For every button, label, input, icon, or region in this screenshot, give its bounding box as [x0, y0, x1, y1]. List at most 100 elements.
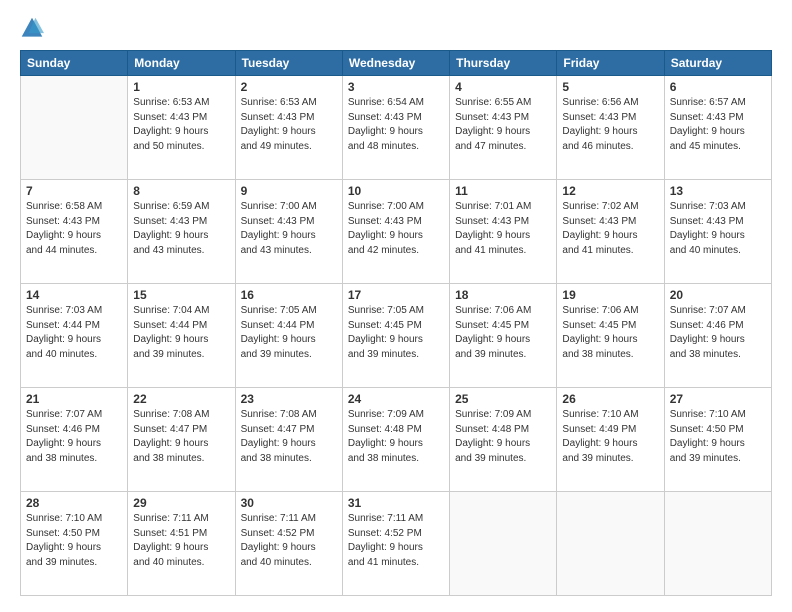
day-number: 11: [455, 184, 551, 198]
day-info: Sunrise: 6:57 AM Sunset: 4:43 PM Dayligh…: [670, 96, 766, 154]
day-info: Sunrise: 6:53 AM Sunset: 4:43 PM Dayligh…: [241, 96, 337, 154]
calendar-cell: 9 Sunrise: 7:00 AM Sunset: 4:43 PM Daylig…: [235, 180, 342, 284]
day-info: Sunrise: 7:10 AM Sunset: 4:50 PM Dayligh…: [26, 512, 122, 570]
logo-icon: [20, 16, 44, 40]
week-row-4: 28 Sunrise: 7:10 AM Sunset: 4:50 PM Dayli…: [21, 492, 772, 596]
calendar-cell: 10Sunrise: 7:00 AM Sunset: 4:43 PM Dayli…: [342, 180, 449, 284]
day-info: Sunrise: 7:11 AM Sunset: 4:51 PM Dayligh…: [133, 512, 229, 570]
calendar-cell: 13 Sunrise: 7:03 AM Sunset: 4:43 PM Dayli…: [664, 180, 771, 284]
day-info: Sunrise: 7:00 AM Sunset: 4:43 PM Dayligh…: [241, 200, 337, 258]
day-number: 26: [562, 392, 658, 406]
calendar-cell: 4Sunrise: 6:55 AM Sunset: 4:43 PM Daylig…: [450, 76, 557, 180]
day-info: Sunrise: 7:03 AM Sunset: 4:44 PM Dayligh…: [26, 304, 122, 362]
week-row-3: 21 Sunrise: 7:07 AM Sunset: 4:46 PM Dayli…: [21, 388, 772, 492]
day-number: 5: [562, 80, 658, 94]
calendar-cell: 26 Sunrise: 7:10 AM Sunset: 4:49 PM Dayli…: [557, 388, 664, 492]
day-info: Sunrise: 7:07 AM Sunset: 4:46 PM Dayligh…: [670, 304, 766, 362]
page: SundayMondayTuesdayWednesdayThursdayFrid…: [0, 0, 792, 612]
weekday-header-wednesday: Wednesday: [342, 51, 449, 76]
calendar-cell: [21, 76, 128, 180]
day-number: 20: [670, 288, 766, 302]
day-number: 2: [241, 80, 337, 94]
day-number: 21: [26, 392, 122, 406]
day-info: Sunrise: 7:05 AM Sunset: 4:45 PM Dayligh…: [348, 304, 444, 362]
calendar-cell: 25 Sunrise: 7:09 AM Sunset: 4:48 PM Dayli…: [450, 388, 557, 492]
day-number: 16: [241, 288, 337, 302]
calendar-cell: 24 Sunrise: 7:09 AM Sunset: 4:48 PM Dayli…: [342, 388, 449, 492]
week-row-2: 14 Sunrise: 7:03 AM Sunset: 4:44 PM Dayli…: [21, 284, 772, 388]
day-info: Sunrise: 6:53 AM Sunset: 4:43 PM Dayligh…: [133, 96, 229, 154]
calendar-cell: 7 Sunrise: 6:58 AM Sunset: 4:43 PM Daylig…: [21, 180, 128, 284]
day-number: 10: [348, 184, 444, 198]
day-info: Sunrise: 7:06 AM Sunset: 4:45 PM Dayligh…: [562, 304, 658, 362]
calendar-cell: 2 Sunrise: 6:53 AM Sunset: 4:43 PM Daylig…: [235, 76, 342, 180]
day-number: 9: [241, 184, 337, 198]
day-info: Sunrise: 6:58 AM Sunset: 4:43 PM Dayligh…: [26, 200, 122, 258]
day-info: Sunrise: 7:09 AM Sunset: 4:48 PM Dayligh…: [348, 408, 444, 466]
day-number: 31: [348, 496, 444, 510]
day-info: Sunrise: 6:59 AM Sunset: 4:43 PM Dayligh…: [133, 200, 229, 258]
day-number: 27: [670, 392, 766, 406]
calendar-cell: 21 Sunrise: 7:07 AM Sunset: 4:46 PM Dayli…: [21, 388, 128, 492]
calendar-table: SundayMondayTuesdayWednesdayThursdayFrid…: [20, 50, 772, 596]
day-info: Sunrise: 7:04 AM Sunset: 4:44 PM Dayligh…: [133, 304, 229, 362]
day-info: Sunrise: 7:01 AM Sunset: 4:43 PM Dayligh…: [455, 200, 551, 258]
day-info: Sunrise: 7:03 AM Sunset: 4:43 PM Dayligh…: [670, 200, 766, 258]
calendar-cell: [450, 492, 557, 596]
day-number: 13: [670, 184, 766, 198]
calendar-cell: [664, 492, 771, 596]
calendar-cell: 23 Sunrise: 7:08 AM Sunset: 4:47 PM Dayli…: [235, 388, 342, 492]
weekday-header-tuesday: Tuesday: [235, 51, 342, 76]
calendar-cell: 6 Sunrise: 6:57 AM Sunset: 4:43 PM Daylig…: [664, 76, 771, 180]
weekday-header-saturday: Saturday: [664, 51, 771, 76]
header: [20, 16, 772, 40]
day-number: 6: [670, 80, 766, 94]
day-number: 7: [26, 184, 122, 198]
calendar-cell: 19 Sunrise: 7:06 AM Sunset: 4:45 PM Dayli…: [557, 284, 664, 388]
day-info: Sunrise: 7:06 AM Sunset: 4:45 PM Dayligh…: [455, 304, 551, 362]
day-number: 12: [562, 184, 658, 198]
calendar-cell: 28 Sunrise: 7:10 AM Sunset: 4:50 PM Dayli…: [21, 492, 128, 596]
day-info: Sunrise: 7:10 AM Sunset: 4:50 PM Dayligh…: [670, 408, 766, 466]
calendar-cell: 8 Sunrise: 6:59 AM Sunset: 4:43 PM Daylig…: [128, 180, 235, 284]
day-number: 15: [133, 288, 229, 302]
day-number: 29: [133, 496, 229, 510]
calendar-cell: 11 Sunrise: 7:01 AM Sunset: 4:43 PM Dayli…: [450, 180, 557, 284]
day-number: 19: [562, 288, 658, 302]
day-number: 18: [455, 288, 551, 302]
day-info: Sunrise: 7:05 AM Sunset: 4:44 PM Dayligh…: [241, 304, 337, 362]
day-number: 17: [348, 288, 444, 302]
day-number: 8: [133, 184, 229, 198]
day-number: 28: [26, 496, 122, 510]
day-number: 30: [241, 496, 337, 510]
calendar-cell: 30 Sunrise: 7:11 AM Sunset: 4:52 PM Dayli…: [235, 492, 342, 596]
calendar-cell: 31Sunrise: 7:11 AM Sunset: 4:52 PM Dayli…: [342, 492, 449, 596]
day-info: Sunrise: 7:08 AM Sunset: 4:47 PM Dayligh…: [241, 408, 337, 466]
calendar-cell: 29 Sunrise: 7:11 AM Sunset: 4:51 PM Dayli…: [128, 492, 235, 596]
weekday-header-row: SundayMondayTuesdayWednesdayThursdayFrid…: [21, 51, 772, 76]
calendar-cell: 27 Sunrise: 7:10 AM Sunset: 4:50 PM Dayli…: [664, 388, 771, 492]
day-info: Sunrise: 7:02 AM Sunset: 4:43 PM Dayligh…: [562, 200, 658, 258]
day-number: 3: [348, 80, 444, 94]
day-number: 25: [455, 392, 551, 406]
calendar-cell: 5Sunrise: 6:56 AM Sunset: 4:43 PM Daylig…: [557, 76, 664, 180]
calendar-cell: 3 Sunrise: 6:54 AM Sunset: 4:43 PM Daylig…: [342, 76, 449, 180]
calendar-cell: 15 Sunrise: 7:04 AM Sunset: 4:44 PM Dayli…: [128, 284, 235, 388]
day-number: 14: [26, 288, 122, 302]
weekday-header-monday: Monday: [128, 51, 235, 76]
day-info: Sunrise: 7:07 AM Sunset: 4:46 PM Dayligh…: [26, 408, 122, 466]
calendar-cell: 12 Sunrise: 7:02 AM Sunset: 4:43 PM Dayli…: [557, 180, 664, 284]
day-number: 24: [348, 392, 444, 406]
week-row-1: 7 Sunrise: 6:58 AM Sunset: 4:43 PM Daylig…: [21, 180, 772, 284]
day-info: Sunrise: 7:08 AM Sunset: 4:47 PM Dayligh…: [133, 408, 229, 466]
day-info: Sunrise: 7:09 AM Sunset: 4:48 PM Dayligh…: [455, 408, 551, 466]
day-number: 4: [455, 80, 551, 94]
weekday-header-friday: Friday: [557, 51, 664, 76]
day-number: 23: [241, 392, 337, 406]
day-number: 22: [133, 392, 229, 406]
day-info: Sunrise: 7:11 AM Sunset: 4:52 PM Dayligh…: [241, 512, 337, 570]
calendar-cell: 1Sunrise: 6:53 AM Sunset: 4:43 PM Daylig…: [128, 76, 235, 180]
day-info: Sunrise: 6:54 AM Sunset: 4:43 PM Dayligh…: [348, 96, 444, 154]
calendar-cell: 16 Sunrise: 7:05 AM Sunset: 4:44 PM Dayli…: [235, 284, 342, 388]
day-info: Sunrise: 7:10 AM Sunset: 4:49 PM Dayligh…: [562, 408, 658, 466]
